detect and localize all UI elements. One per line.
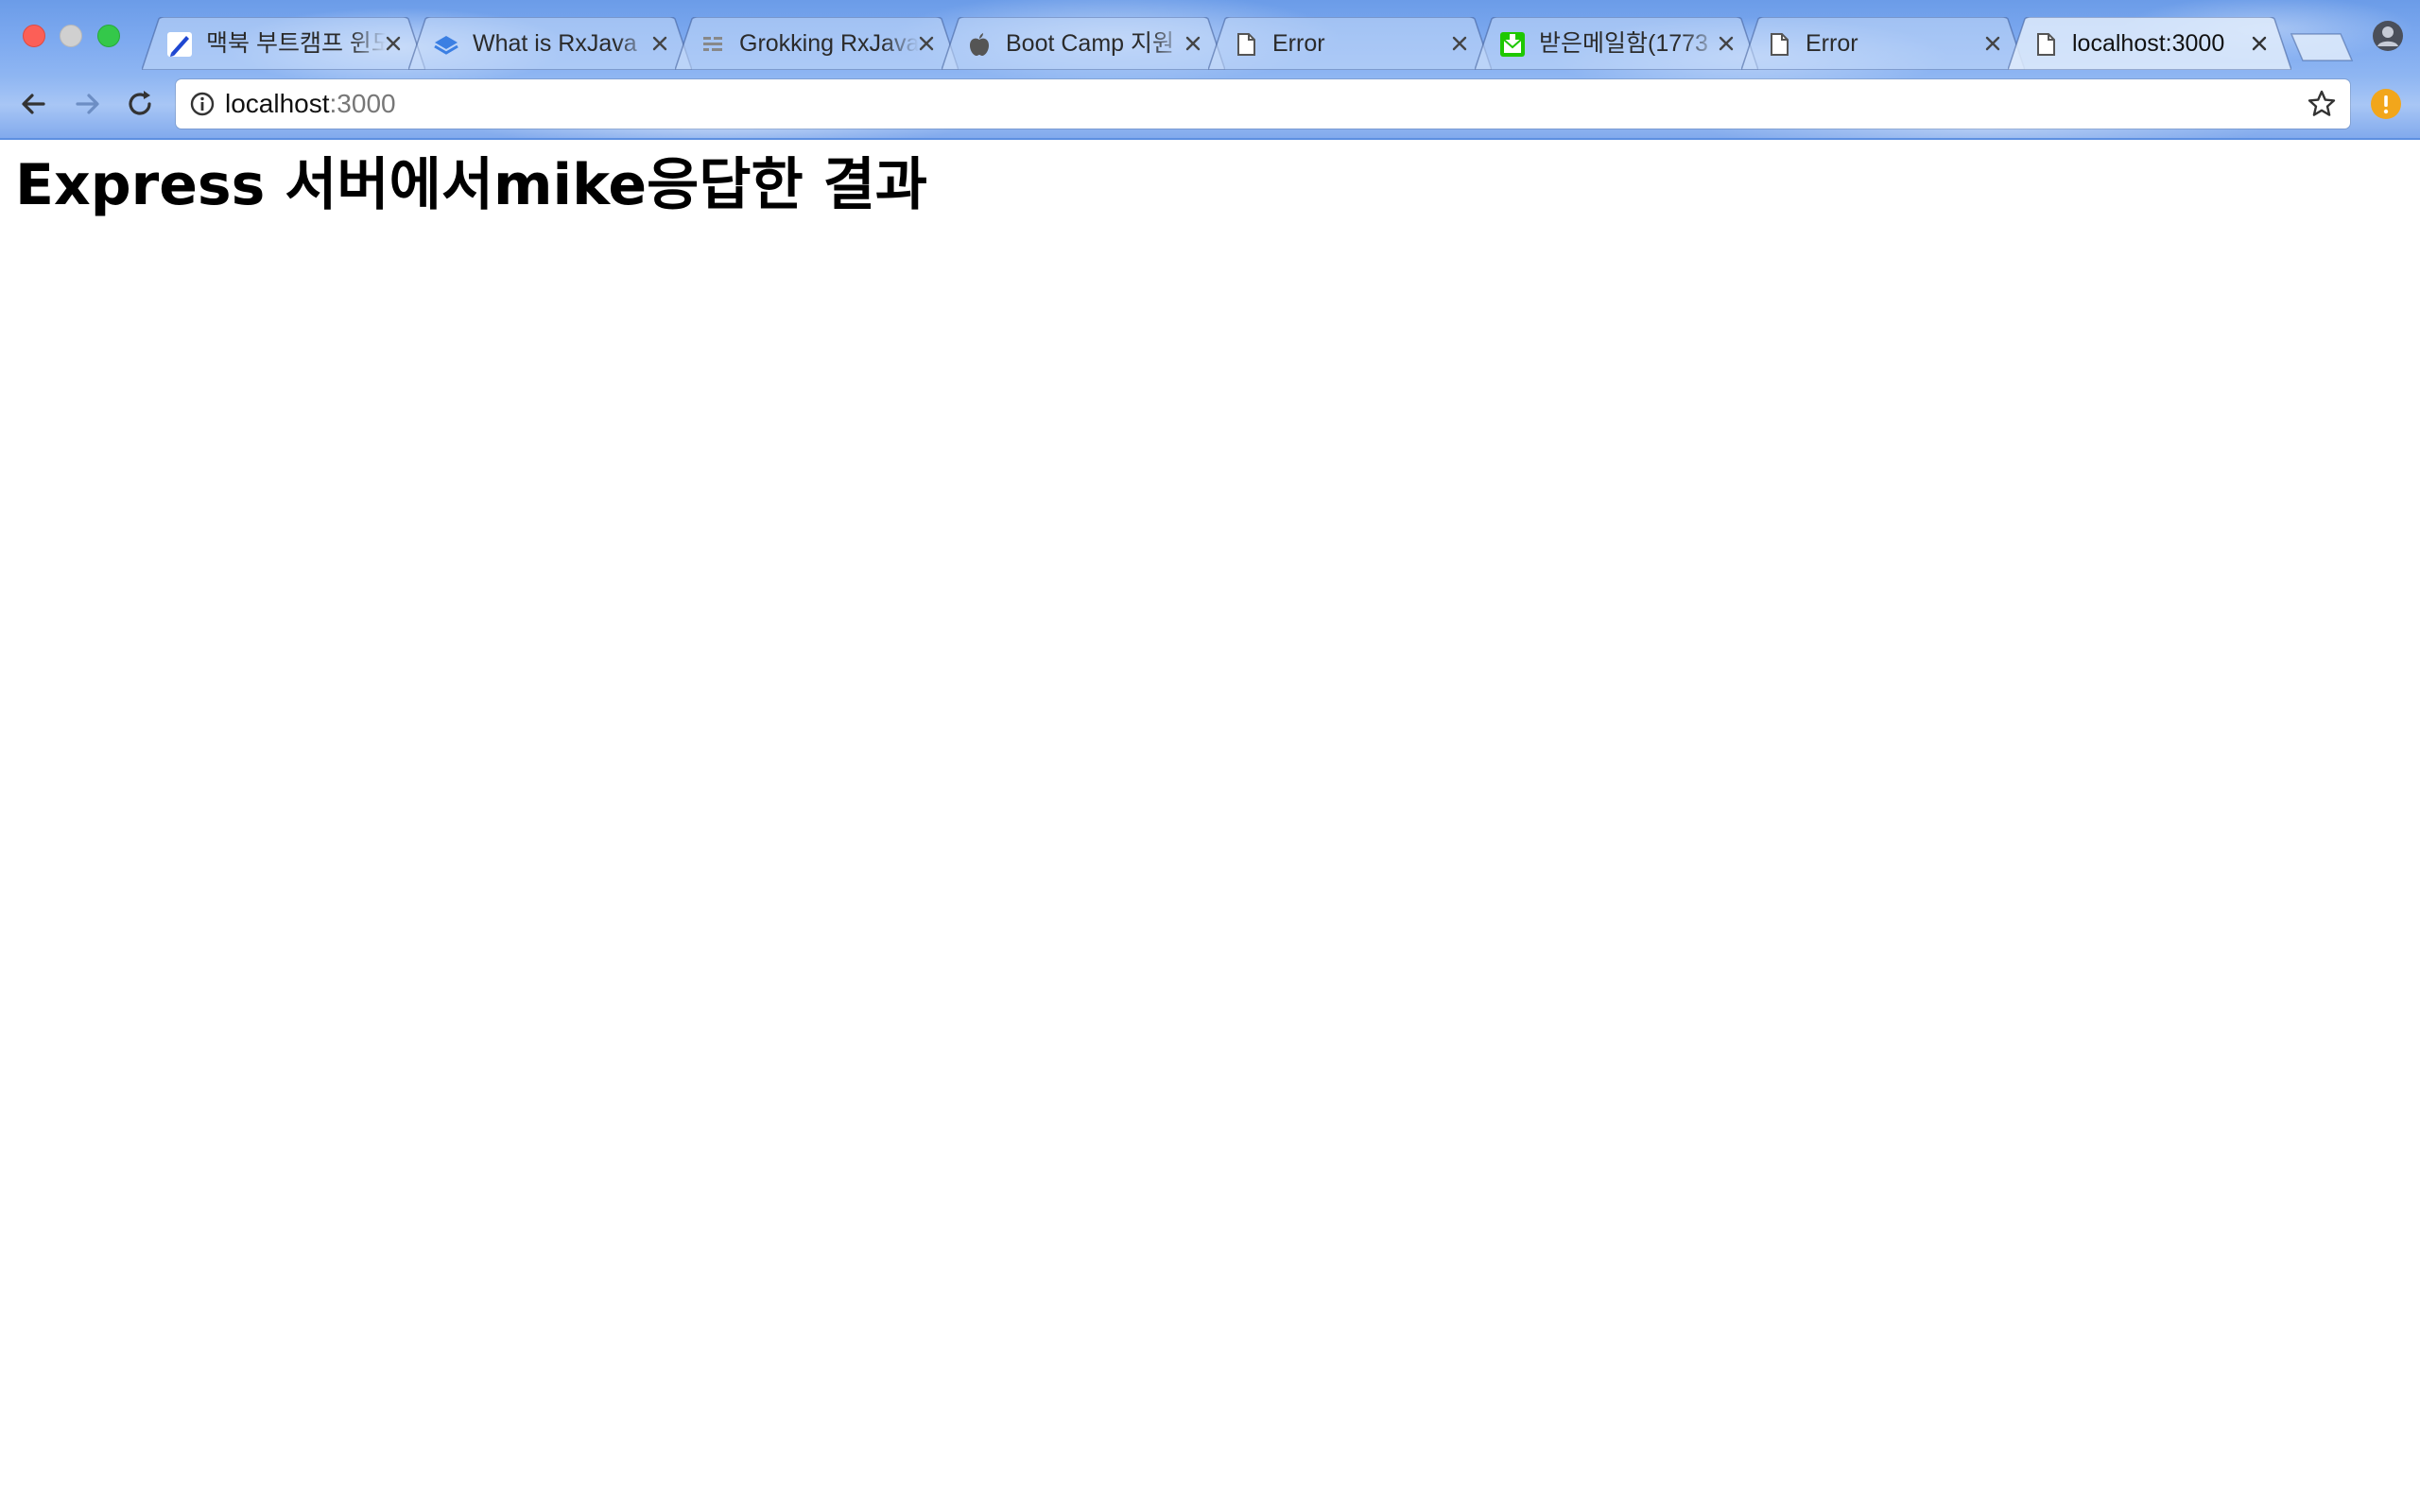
window-minimize-button[interactable] xyxy=(60,25,82,47)
pencil-icon xyxy=(167,32,192,57)
back-button[interactable] xyxy=(15,85,53,123)
close-icon[interactable] xyxy=(1182,32,1204,55)
close-icon[interactable] xyxy=(1448,32,1471,55)
info-icon[interactable] xyxy=(189,91,216,117)
forward-button[interactable] xyxy=(68,85,106,123)
document-icon xyxy=(2037,33,2055,56)
apple-icon xyxy=(970,33,989,56)
close-icon[interactable] xyxy=(1981,32,2004,55)
close-icon[interactable] xyxy=(648,32,671,55)
page-heading: Express 서버에서mike응답한 결과 xyxy=(15,152,927,218)
tab-title: What is RxJava xyxy=(473,30,637,57)
tab-error-1[interactable]: Error xyxy=(1208,17,1492,70)
url-host: localhost xyxy=(225,89,330,118)
tab-localhost-active[interactable]: localhost:3000 xyxy=(2008,17,2291,70)
tab-title: Error xyxy=(1272,30,1325,57)
tab-what-is-rxjava[interactable]: What is RxJava xyxy=(408,17,692,70)
new-tab-button[interactable] xyxy=(2290,32,2356,62)
bookmark-star-icon[interactable] xyxy=(2307,89,2337,119)
close-icon[interactable] xyxy=(2248,32,2271,55)
tab-error-2[interactable]: Error xyxy=(1741,17,2025,70)
mail-icon xyxy=(1500,32,1525,57)
tab-macbook-bootcamp[interactable]: 맥북 부트캠프 윈도 xyxy=(142,17,425,70)
address-bar[interactable]: localhost:3000 xyxy=(176,79,2350,129)
tab-inbox[interactable]: 받은메일함(1773 xyxy=(1475,17,1758,70)
tab-strip: 맥북 부트캠프 윈도 What is RxJava Grokking RxJav… xyxy=(142,17,2344,70)
document-icon xyxy=(1237,33,1255,56)
close-icon[interactable] xyxy=(915,32,938,55)
tab-boot-camp-support[interactable]: Boot Camp 지원 xyxy=(942,17,1225,70)
document-icon xyxy=(1771,33,1789,56)
close-icon[interactable] xyxy=(382,32,405,55)
tab-grokking-rxjava[interactable]: Grokking RxJava xyxy=(675,17,959,70)
window-close-button[interactable] xyxy=(23,25,45,47)
browser-alert-button[interactable] xyxy=(2371,89,2401,119)
tab-title: Boot Camp 지원 xyxy=(1006,30,1175,57)
page-content: Express 서버에서mike응답한 결과 xyxy=(0,140,2420,1512)
window-maximize-button[interactable] xyxy=(97,25,120,47)
reload-button[interactable] xyxy=(121,85,159,123)
exclamation-icon xyxy=(2383,95,2389,114)
browser-chrome: 맥북 부트캠프 윈도 What is RxJava Grokking RxJav… xyxy=(0,0,2420,140)
tab-title: 맥북 부트캠프 윈도 xyxy=(206,30,386,57)
profile-icon[interactable] xyxy=(2371,19,2405,53)
tab-title: localhost:3000 xyxy=(2072,30,2225,57)
url-port: :3000 xyxy=(329,89,396,118)
url-text[interactable]: localhost:3000 xyxy=(225,88,396,120)
book-stack-icon xyxy=(434,36,458,55)
close-icon[interactable] xyxy=(1715,32,1737,55)
list-lines-icon xyxy=(703,37,722,51)
tab-title: Grokking RxJava xyxy=(739,30,919,57)
tab-title: Error xyxy=(1806,30,1858,57)
tab-title: 받은메일함(1773 xyxy=(1539,30,1708,57)
